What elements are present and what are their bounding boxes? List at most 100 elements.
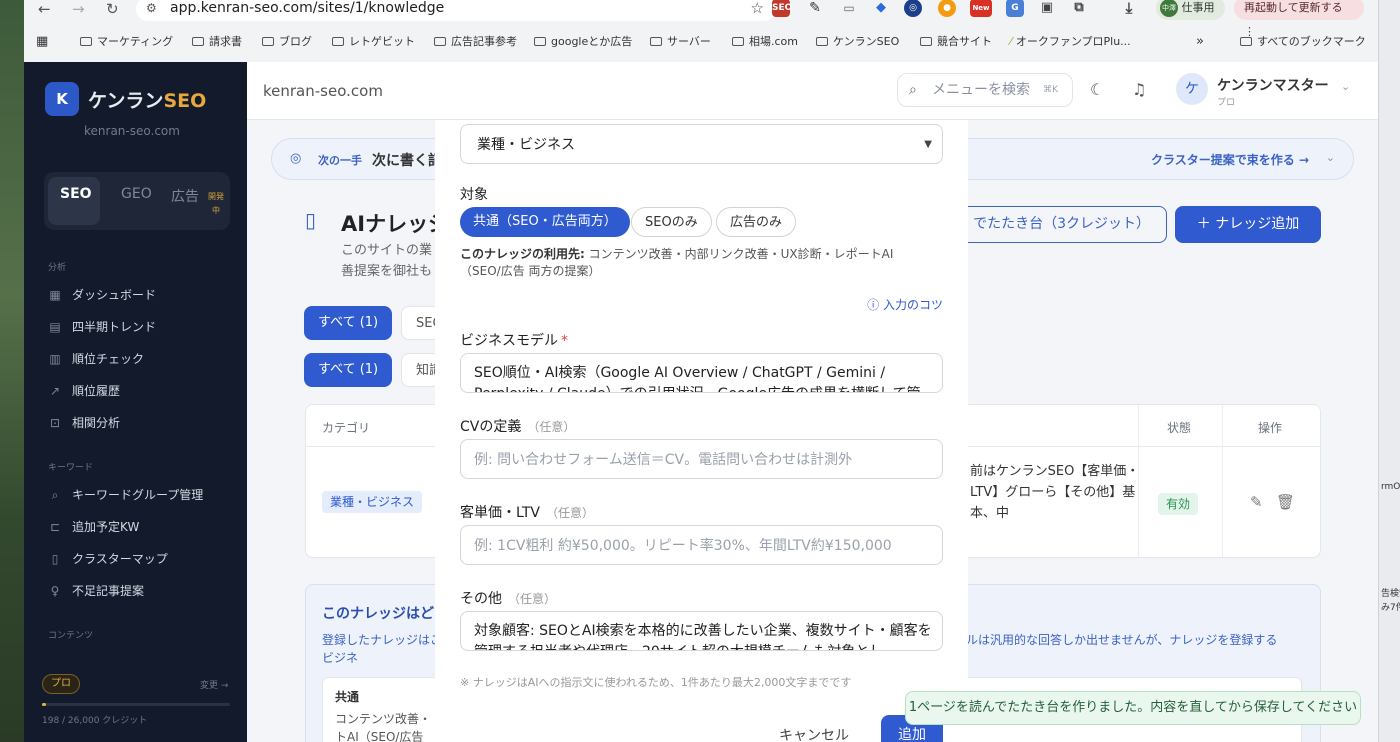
translate-extension-icon[interactable]: G bbox=[1006, 0, 1024, 17]
apps-grid-icon[interactable]: ▦ bbox=[36, 30, 48, 54]
back-icon[interactable]: ← bbox=[38, 0, 51, 18]
target-ads-button[interactable]: 広告のみ bbox=[716, 207, 797, 237]
credit-progress-fill bbox=[42, 703, 46, 706]
sidebar-item-rank-history[interactable]: ↗ 順位履歴 bbox=[48, 382, 120, 399]
bookmark-link[interactable]: ⁄ オークファンプロPlu... bbox=[1010, 30, 1131, 54]
sidebar-item-rank-check[interactable]: ▥ 順位チェック bbox=[48, 350, 144, 367]
bookmark-star-icon[interactable]: ☆ bbox=[751, 0, 764, 19]
pen-extension-icon[interactable]: ✎ bbox=[806, 0, 824, 17]
banner-text: 次に書く記 bbox=[372, 153, 442, 169]
address-row: ← → ↻ ⚙ app.kenran-seo.com/sites/1/knowl… bbox=[24, 0, 1378, 38]
target-label: 対象 bbox=[460, 187, 488, 203]
section-analysis: 分析 bbox=[48, 263, 67, 273]
edit-icon[interactable]: ✎ bbox=[1250, 493, 1263, 511]
trash-icon[interactable]: 🗑 bbox=[1276, 493, 1295, 511]
color-extension-icon[interactable]: ● bbox=[938, 0, 956, 17]
sidebar: K ケンランSEO kenran-seo.com SEO GEO 広告 開発中 … bbox=[24, 62, 247, 742]
menu-search[interactable]: ⌕ メニューを検索 ⌘K bbox=[897, 73, 1073, 107]
profile-chip[interactable]: 中澤 仕事用 bbox=[1156, 0, 1225, 20]
user-name[interactable]: ケンランマスター bbox=[1217, 75, 1329, 95]
credit-count: 198 / 26,000 クレジット bbox=[42, 716, 148, 726]
bookmark-folder[interactable]: googleとか広告 bbox=[534, 30, 632, 54]
other-label: その他 （任意） bbox=[460, 591, 557, 607]
site-info-icon[interactable]: ⚙ bbox=[146, 0, 157, 19]
card-extension-icon[interactable]: ▭ bbox=[840, 0, 858, 17]
trend-icon: ↗ bbox=[49, 384, 61, 398]
sidebar-item-dashboard[interactable]: ▦ ダッシュボード bbox=[48, 286, 156, 303]
plan-badge: プロ bbox=[42, 674, 80, 694]
target-seo-button[interactable]: SEOのみ bbox=[631, 207, 712, 237]
bookmark-folder[interactable]: 相場.com bbox=[732, 30, 798, 54]
chevron-down-icon[interactable]: ⌄ bbox=[1326, 151, 1335, 164]
url-text: app.kenran-seo.com/sites/1/knowledge bbox=[170, 0, 445, 16]
all-bookmarks-folder[interactable]: すべてのブックマーク bbox=[1240, 30, 1366, 54]
cluster-suggest-link[interactable]: クラスター提案で束を作る → bbox=[1151, 151, 1309, 168]
compass-extension-icon[interactable]: ◎ bbox=[904, 0, 922, 17]
topbar-domain: kenran-seo.com bbox=[263, 82, 383, 100]
reload-icon[interactable]: ↻ bbox=[106, 0, 119, 18]
screen-extension-icon[interactable]: ▣ bbox=[1038, 0, 1056, 17]
char-limit-note: ※ ナレッジはAIへの指示文に使われるため、1件あたり最大2,000文字までです bbox=[460, 676, 852, 689]
category-select[interactable]: 業種・ビジネス ▼ bbox=[460, 124, 943, 164]
chevron-down-icon[interactable]: ⌄ bbox=[1341, 80, 1350, 93]
bookmark-folder[interactable]: マーケティング bbox=[80, 30, 173, 54]
category-all-button[interactable]: すべて (1) bbox=[304, 353, 393, 387]
bookmark-folder[interactable]: 競合サイト bbox=[920, 30, 992, 54]
folder-icon bbox=[732, 37, 744, 46]
sidebar-item-keyword-groups[interactable]: ⌕ キーワードグループ管理 bbox=[48, 486, 204, 503]
sidebar-item-cluster-map[interactable]: ▯ クラスターマップ bbox=[48, 550, 168, 567]
ltv-field[interactable]: 例: 1CV粗利 約¥50,000。リピート率30%、年間LTV約¥150,00… bbox=[460, 525, 943, 565]
browser-chrome: ← → ↻ ⚙ app.kenran-seo.com/sites/1/knowl… bbox=[24, 0, 1378, 62]
forward-icon[interactable]: → bbox=[72, 0, 85, 18]
bookmark-more-button[interactable]: » bbox=[1196, 30, 1204, 54]
plan-change-link[interactable]: 変更 → bbox=[200, 678, 228, 691]
status-badge: 有効 bbox=[1158, 493, 1199, 515]
other-field[interactable]: 対象顧客: SEOとAI検索を本格的に改善したい企業、複数サイト・顧客を管理する… bbox=[460, 611, 943, 651]
bookmark-folder[interactable]: 広告記事参考 bbox=[434, 30, 517, 54]
mode-seo[interactable]: SEO bbox=[60, 186, 92, 202]
sidebar-item-planned-kw[interactable]: ⊏ 追加予定KW bbox=[48, 518, 139, 535]
bell-icon[interactable]: ♫ bbox=[1132, 80, 1146, 99]
cancel-button[interactable]: キャンセル bbox=[779, 725, 849, 742]
search-placeholder: メニューを検索 bbox=[932, 82, 1030, 98]
business-model-field[interactable]: SEO順位・AI検索（Google AI Overview / ChatGPT … bbox=[460, 353, 943, 393]
sidebar-item-quarterly-trend[interactable]: ▤ 四半期トレンド bbox=[48, 318, 156, 335]
seo-extension-icon[interactable]: SEO bbox=[772, 0, 792, 17]
draft-generate-button[interactable]: でたたき台（3クレジット） bbox=[947, 206, 1167, 243]
download-icon[interactable]: ⤓ bbox=[1120, 0, 1138, 17]
bookmark-folder[interactable]: 請求書 bbox=[192, 30, 242, 54]
avatar[interactable]: ケ bbox=[1176, 73, 1208, 105]
cv-definition-field[interactable]: 例: 問い合わせフォーム送信＝CV。電話問い合わせは計測外 bbox=[460, 439, 943, 479]
add-knowledge-button[interactable]: ＋ ナレッジ追加 bbox=[1175, 206, 1321, 243]
book-icon: ▯ bbox=[305, 208, 317, 232]
input-tips-link[interactable]: ⓘ 入力のコツ bbox=[867, 296, 943, 313]
folder-icon bbox=[192, 37, 204, 46]
restart-update-button[interactable]: 再起動して更新する ⋮ bbox=[1234, 0, 1364, 38]
tag-extension-icon[interactable]: ◆ bbox=[872, 0, 890, 17]
bookmark-folder[interactable]: ブログ bbox=[262, 30, 312, 54]
puzzle-extension-icon[interactable]: ⧉ bbox=[1070, 0, 1088, 17]
toast-notification: 1ページを読んでたたき台を作りました。内容を直してから保存してください bbox=[905, 691, 1361, 725]
folder-icon bbox=[816, 37, 828, 46]
leaf-icon: ⁄ bbox=[1010, 35, 1012, 48]
bookmark-folder[interactable]: レトゲビット bbox=[332, 30, 415, 54]
user-role: プロ bbox=[1217, 98, 1236, 108]
bookmark-folder[interactable]: サーバー bbox=[650, 30, 711, 54]
credit-progress bbox=[42, 703, 230, 706]
filter-all-button[interactable]: すべて (1) bbox=[304, 306, 393, 340]
topbar: kenran-seo.com ⌕ メニューを検索 ⌘K ☾ ♫ ケ ケンランマス… bbox=[247, 62, 1378, 120]
business-model-label: ビジネスモデル * bbox=[460, 333, 568, 349]
mode-ads[interactable]: 広告 bbox=[171, 186, 199, 206]
info-body-right: ルは汎用的な回答しか出せませんが、ナレッジを登録する bbox=[966, 633, 1278, 647]
sidebar-item-missing-articles[interactable]: ♀ 不足記事提案 bbox=[48, 582, 144, 599]
mode-geo[interactable]: GEO bbox=[121, 186, 152, 202]
folder-icon bbox=[534, 37, 546, 46]
dark-mode-icon[interactable]: ☾ bbox=[1090, 80, 1104, 99]
bookmark-folder[interactable]: ケンランSEO bbox=[816, 30, 899, 54]
sidebar-item-correlation[interactable]: ⊡ 相関分析 bbox=[48, 414, 120, 431]
target-both-button[interactable]: 共通（SEO・広告両方） bbox=[460, 207, 630, 237]
app-logo[interactable]: K bbox=[45, 82, 79, 116]
address-bar[interactable]: ⚙ app.kenran-seo.com/sites/1/knowledge ☆ bbox=[136, 0, 776, 21]
new-extension-icon[interactable]: New bbox=[970, 0, 992, 17]
divider bbox=[1222, 405, 1223, 557]
